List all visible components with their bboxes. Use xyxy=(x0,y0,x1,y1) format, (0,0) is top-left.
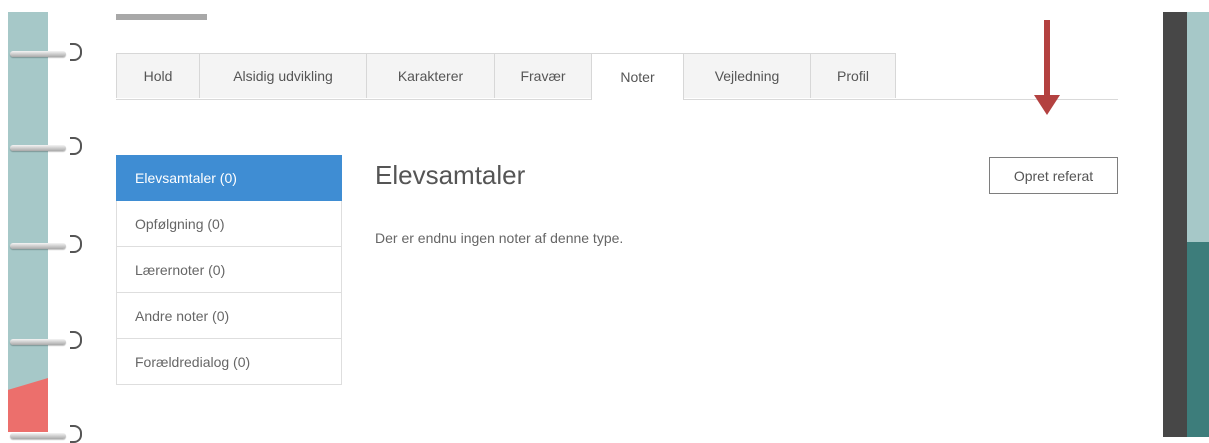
tab-noter[interactable]: Noter xyxy=(591,53,684,100)
tab-profil[interactable]: Profil xyxy=(810,53,896,98)
tab-karakterer[interactable]: Karakterer xyxy=(366,53,495,98)
tab-vejledning[interactable]: Vejledning xyxy=(683,53,811,98)
binder-ring-icon xyxy=(10,331,82,349)
header-rule xyxy=(116,14,207,20)
notebook-binding xyxy=(0,0,90,443)
sidebar-item-foraeldredialog[interactable]: Forældredialog (0) xyxy=(116,339,342,385)
right-edge-teal xyxy=(1187,242,1209,437)
tab-alsidig-udvikling[interactable]: Alsidig udvikling xyxy=(199,53,367,98)
binder-ring-icon xyxy=(10,137,82,155)
annotation-arrowhead-icon xyxy=(1034,95,1060,115)
tab-bar: Hold Alsidig udvikling Karakterer Fravær… xyxy=(116,53,1118,100)
tab-fravaer[interactable]: Fravær xyxy=(494,53,592,98)
binder-ring-icon xyxy=(10,235,82,253)
empty-state-text: Der er endnu ingen noter af denne type. xyxy=(375,230,624,246)
right-edge-dark xyxy=(1163,12,1187,437)
binder-ring-icon xyxy=(10,43,82,61)
tab-hold[interactable]: Hold xyxy=(116,53,200,98)
sidebar-item-andre-noter[interactable]: Andre noter (0) xyxy=(116,293,342,339)
notebook-strip xyxy=(8,12,48,432)
notes-sidebar: Elevsamtaler (0) Opfølgning (0) Lærernot… xyxy=(116,155,342,385)
create-report-button[interactable]: Opret referat xyxy=(989,157,1118,194)
sidebar-item-opfolgning[interactable]: Opfølgning (0) xyxy=(116,201,342,247)
page-title: Elevsamtaler xyxy=(375,160,526,190)
binder-ring-icon xyxy=(10,425,82,443)
annotation-arrow-icon xyxy=(1044,20,1050,100)
right-edge-light xyxy=(1187,12,1209,242)
sidebar-item-elevsamtaler[interactable]: Elevsamtaler (0) xyxy=(116,155,342,201)
sidebar-item-laerernoter[interactable]: Lærernoter (0) xyxy=(116,247,342,293)
